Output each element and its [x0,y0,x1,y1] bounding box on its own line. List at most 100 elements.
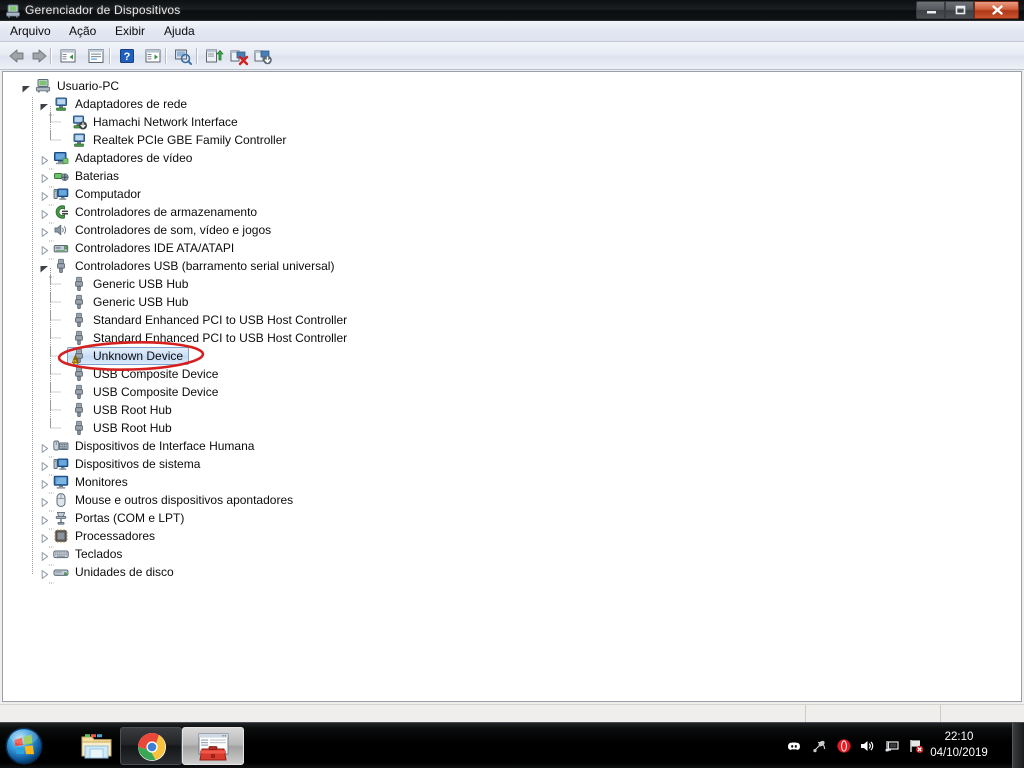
ide-controller-icon [53,240,69,256]
computer-icon [35,78,51,94]
taskbar-chrome[interactable] [120,727,182,765]
tree-item[interactable]: Mouse e outros dispositivos apontadores [3,491,1021,512]
tree-item-label: Standard Enhanced PCI to USB Host Contro… [93,313,348,327]
tree-item-label: Unidades de disco [75,565,174,579]
scan-hardware-changes-button[interactable] [172,46,194,66]
tree-item-label: Baterias [75,169,120,183]
expander-collapse-icon[interactable] [21,81,32,93]
tree-item[interactable]: Monitores [3,473,1021,494]
tree-item[interactable]: Processadores [3,527,1021,548]
tree-item[interactable]: Adaptadores de vídeo [3,149,1021,170]
device-manager-window: Gerenciador de Dispositivos Arquivo Ação… [0,0,1024,722]
tree-item-label: Generic USB Hub [93,277,189,291]
start-button[interactable] [4,726,44,766]
device-tree[interactable]: Usuario-PC Adaptadores de rede Hamachi Net… [3,72,1021,701]
tree-item[interactable]: Controladores USB (barramento serial uni… [3,257,1021,278]
keyboard-icon [53,546,69,562]
status-panel-2 [940,705,1024,722]
tree-item-label: Controladores de armazenamento [75,205,258,219]
tree-item-label: Computador [75,187,142,201]
usb-icon [71,330,87,346]
tree-item-label: Controladores IDE ATA/ATAPI [75,241,235,255]
show-hide-tree-button[interactable] [57,46,79,66]
tree-item-label: Unknown Device [93,349,184,363]
menu-arquivo[interactable]: Arquivo [6,24,55,38]
tree-item[interactable]: Portas (COM e LPT) [3,509,1021,530]
usb-icon [71,420,87,436]
tree-item-label: Standard Enhanced PCI to USB Host Contro… [93,331,348,345]
device-manager-icon [5,3,21,19]
tree-item[interactable]: Controladores IDE ATA/ATAPI [3,239,1021,260]
properties-button[interactable] [85,46,107,66]
tree-item[interactable]: USB Root Hub [3,419,1021,437]
clock-date: 04/10/2019 [930,747,988,759]
scan-changes-button[interactable] [142,46,164,66]
tree-item[interactable]: Dispositivos de sistema [3,455,1021,476]
taskbar-device-manager[interactable] [182,727,244,765]
toolbar: ? [0,42,1024,70]
update-driver-button[interactable] [203,46,225,66]
close-button[interactable] [974,1,1019,19]
tree-item[interactable]: Unidades de disco [3,563,1021,584]
tree-item-label: Portas (COM e LPT) [75,511,185,525]
menu-exibir[interactable]: Exibir [111,24,149,38]
display-adapter-icon [53,150,69,166]
tray-discord-icon[interactable] [786,738,802,754]
tree-item[interactable]: Hamachi Network Interface [3,113,1021,131]
tray-opera-icon[interactable] [836,738,852,754]
back-button[interactable] [6,46,28,66]
tree-item[interactable]: Controladores de som, vídeo e jogos [3,221,1021,242]
network-adapter-icon [71,132,87,148]
usb-icon [71,276,87,292]
tree-item[interactable]: Dispositivos de Interface Humana [3,437,1021,458]
forward-button[interactable] [28,46,50,66]
tree-item[interactable]: Baterias [3,167,1021,188]
disable-device-button[interactable] [228,46,250,66]
tree-item-label: USB Composite Device [93,385,219,399]
tree-item-label: Mouse e outros dispositivos apontadores [75,493,294,507]
tree-item[interactable]: USB Root Hub [3,401,1021,419]
storage-controller-icon [53,204,69,220]
tree-item-label: USB Root Hub [93,421,172,435]
menu-ajuda[interactable]: Ajuda [160,24,199,38]
taskbar-explorer[interactable] [66,727,128,765]
usb-icon [71,294,87,310]
status-bar [0,704,1024,722]
tree-item[interactable]: Computador [3,185,1021,206]
tree-item[interactable]: Standard Enhanced PCI to USB Host Contro… [3,311,1021,329]
menu-acao[interactable]: Ação [65,24,100,38]
tree-item[interactable]: Realtek PCIe GBE Family Controller [3,131,1021,149]
help-button[interactable]: ? [116,46,138,66]
show-desktop-button[interactable] [1012,723,1024,768]
tree-item[interactable]: Generic USB Hub [3,275,1021,293]
monitor-icon [53,474,69,490]
maximize-button[interactable] [945,1,974,19]
tree-item-label: Controladores de som, vídeo e jogos [75,223,272,237]
status-panel-1 [805,705,940,722]
tree-item[interactable]: Adaptadores de rede [3,95,1021,116]
tree-item-label: Adaptadores de rede [75,97,188,111]
tree-item[interactable]: Standard Enhanced PCI to USB Host Contro… [3,329,1021,347]
usb-icon [71,312,87,328]
taskbar: 22:10 04/10/2019 [0,722,1024,768]
uninstall-device-button[interactable] [252,46,274,66]
tree-item[interactable]: USB Composite Device [3,383,1021,401]
minimize-button[interactable] [916,1,945,19]
mouse-icon [53,492,69,508]
port-icon [53,510,69,526]
usb-warning-icon [71,348,87,368]
tree-item-selected[interactable]: Unknown Device [3,347,1021,368]
tray-hamachi-icon[interactable] [812,738,828,754]
device-tree-panel[interactable]: Usuario-PC Adaptadores de rede Hamachi Net… [2,71,1022,702]
tree-item[interactable]: Usuario-PC [3,77,1021,95]
tree-item[interactable]: Controladores de armazenamento [3,203,1021,224]
network-adapter-icon [53,96,69,112]
tree-item[interactable]: USB Composite Device [3,365,1021,383]
taskbar-clock[interactable]: 22:10 04/10/2019 [914,729,1004,761]
tray-network-icon[interactable] [884,738,900,754]
disk-drive-icon [53,564,69,580]
tree-item[interactable]: Teclados [3,545,1021,566]
tray-volume-icon[interactable] [859,738,875,754]
tree-item-label: Controladores USB (barramento serial uni… [75,259,335,273]
tree-item[interactable]: Generic USB Hub [3,293,1021,311]
